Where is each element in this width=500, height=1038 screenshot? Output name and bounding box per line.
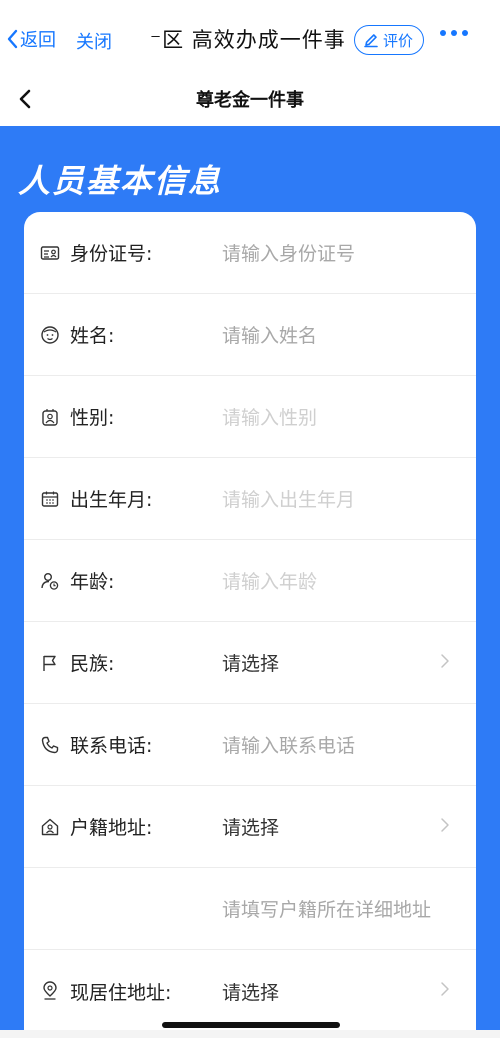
gender-icon (40, 407, 60, 427)
birth-date-label: 出生年月: (70, 489, 153, 511)
rate-label: 评价 (383, 31, 414, 50)
home-icon (40, 817, 60, 837)
calendar-icon (40, 489, 60, 509)
id-number-input[interactable]: 请输入身份证号 (222, 239, 355, 266)
name-label: 姓名: (70, 325, 115, 347)
age-value: 请输入年龄 (222, 571, 318, 593)
name-row[interactable]: 姓名: 请输入姓名 (24, 294, 476, 376)
app-title: ⁻区 高效办成一件事 (150, 28, 346, 52)
household-detail-row[interactable]: 请填写户籍所在详细地址 (24, 868, 476, 950)
home-indicator (162, 1022, 340, 1028)
household-address-select[interactable]: 请选择 (222, 813, 279, 840)
phone-row[interactable]: 联系电话: 请输入联系电话 (24, 704, 476, 786)
birth-date-row: 出生年月: 请输入出生年月 (24, 458, 476, 540)
flag-icon (40, 653, 60, 673)
gender-label: 性别: (70, 407, 115, 429)
person-age-icon (40, 571, 60, 591)
location-icon (40, 981, 60, 1001)
id-number-label: 身份证号: (70, 243, 153, 265)
bottom-strip (0, 1030, 500, 1038)
back-button[interactable]: 返回 (6, 26, 56, 52)
chevron-right-icon (440, 981, 450, 1001)
ethnicity-row[interactable]: 民族: 请选择 (24, 622, 476, 704)
app-top-bar: 返回 关闭 ⁻区 高效办成一件事 评价 (0, 0, 500, 84)
face-icon (40, 325, 60, 345)
back-label: 返回 (20, 30, 56, 51)
ethnicity-label: 民族: (70, 653, 115, 675)
gender-value: 请输入性别 (222, 407, 318, 429)
basic-info-form: 身份证号: 请输入身份证号 姓名: 请输入姓名 性别: 请输入性别 出生年月: … (24, 212, 476, 1038)
gender-row: 性别: 请输入性别 (24, 376, 476, 458)
phone-input[interactable]: 请输入联系电话 (222, 731, 355, 758)
phone-label: 联系电话: (70, 735, 153, 757)
close-button[interactable]: 关闭 (76, 28, 112, 54)
more-dots-icon (440, 30, 446, 36)
chevron-right-icon (440, 653, 450, 673)
household-address-label: 户籍地址: (70, 817, 153, 839)
household-detail-input[interactable]: 请填写户籍所在详细地址 (222, 895, 431, 922)
phone-icon (40, 735, 60, 755)
section-title: 人员基本信息 (18, 162, 223, 200)
household-address-row[interactable]: 户籍地址: 请选择 (24, 786, 476, 868)
birth-date-value: 请输入出生年月 (222, 489, 356, 511)
name-input[interactable]: 请输入姓名 (222, 321, 317, 348)
pencil-icon (364, 34, 378, 48)
current-address-select[interactable]: 请选择 (222, 978, 279, 1005)
id-card-icon (40, 243, 60, 263)
more-menu-button[interactable] (440, 30, 468, 36)
age-label: 年龄: (70, 571, 115, 593)
rate-button[interactable]: 评价 (354, 25, 425, 55)
current-address-label: 现居住地址: (70, 981, 172, 1004)
id-number-row[interactable]: 身份证号: 请输入身份证号 (24, 212, 476, 294)
current-address-row[interactable]: 现居住地址: 请选择 (24, 950, 476, 1032)
chevron-left-icon (7, 29, 18, 49)
age-row: 年龄: 请输入年龄 (24, 540, 476, 622)
info-section: 人员基本信息 身份证号: 请输入身份证号 姓名: 请输入姓名 性别: 请输入性别 (0, 126, 500, 1038)
page-nav-bar: 尊老金一件事 (0, 84, 500, 126)
ethnicity-select[interactable]: 请选择 (222, 649, 279, 676)
page-title: 尊老金一件事 (196, 90, 304, 111)
chevron-right-icon (440, 817, 450, 837)
